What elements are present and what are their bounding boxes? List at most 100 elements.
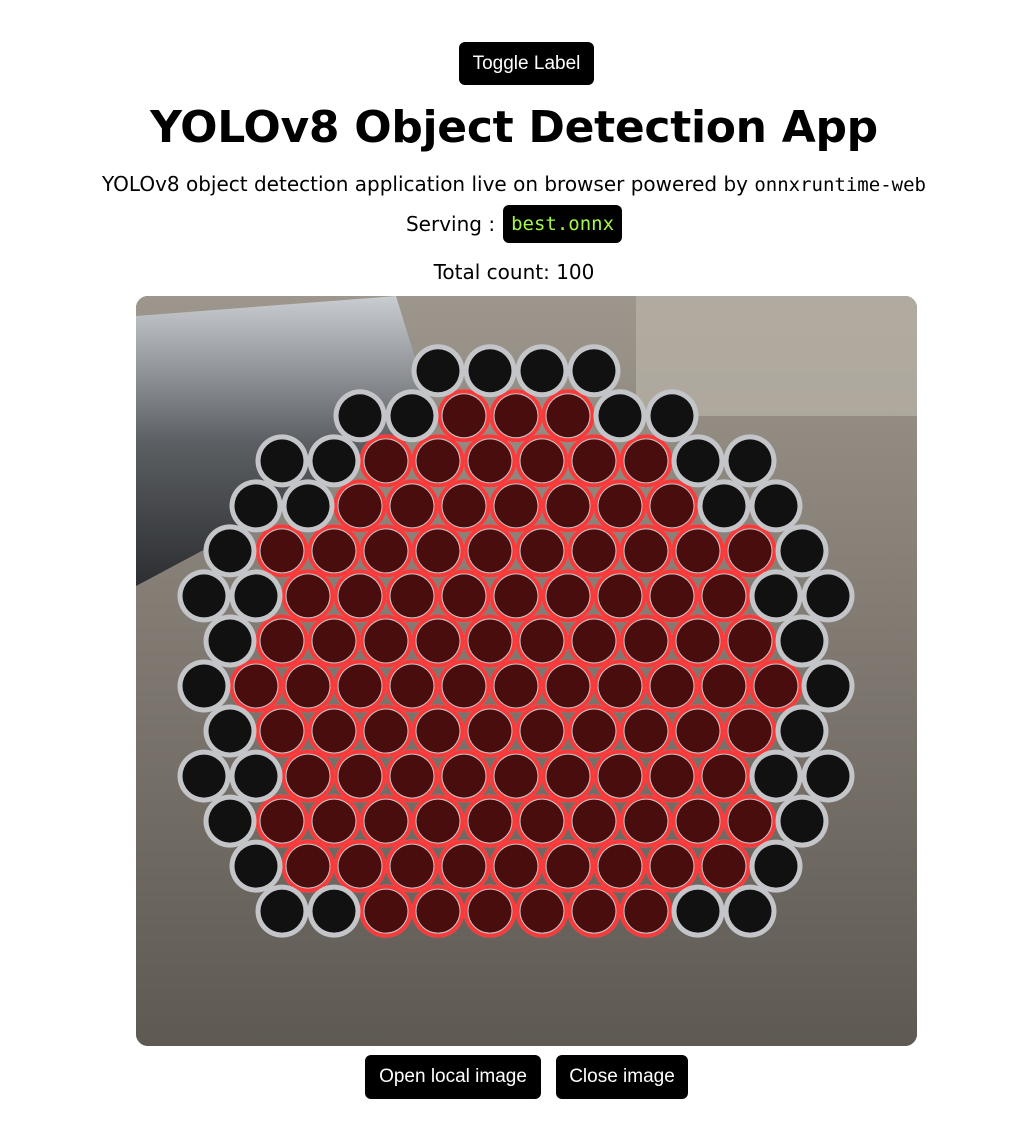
detected-pipe [515, 884, 569, 938]
detected-pipe [671, 614, 725, 668]
detected-pipe [697, 839, 751, 893]
detected-pipe [463, 524, 517, 578]
detected-pipe [541, 389, 595, 443]
detected-pipe [619, 614, 673, 668]
detected-pipe [255, 704, 309, 758]
detected-pipe [411, 884, 465, 938]
detected-pipe [619, 434, 673, 488]
detected-pipe [593, 749, 647, 803]
pipe-end [411, 344, 465, 398]
detected-pipe [619, 794, 673, 848]
detected-pipe [723, 614, 777, 668]
detected-pipe [437, 749, 491, 803]
pipe-end [255, 884, 309, 938]
detected-pipe [567, 704, 621, 758]
pipe-end [801, 749, 855, 803]
pipe-end [567, 344, 621, 398]
pipe-end [203, 704, 257, 758]
pipe-end [749, 749, 803, 803]
pipe-end [229, 569, 283, 623]
pipe-end [775, 794, 829, 848]
detected-pipe [359, 614, 413, 668]
detected-pipe [593, 569, 647, 623]
detected-pipe [229, 659, 283, 713]
pipe-end [203, 614, 257, 668]
detected-pipe [567, 524, 621, 578]
detected-pipe [489, 659, 543, 713]
detected-pipe [619, 704, 673, 758]
pipe-end [385, 389, 439, 443]
detected-pipe [385, 479, 439, 533]
detected-pipe [463, 614, 517, 668]
detected-pipe [411, 524, 465, 578]
detected-pipe [619, 884, 673, 938]
detected-pipe [281, 749, 335, 803]
detected-pipe [697, 749, 751, 803]
page-subtitle: YOLOv8 object detection application live… [0, 172, 1028, 196]
toggle-label-button[interactable]: Toggle Label [459, 42, 594, 85]
runtime-name: onnxruntime-web [754, 174, 926, 196]
pipe-end [801, 659, 855, 713]
detected-pipe [567, 794, 621, 848]
pipe-end [229, 839, 283, 893]
detected-pipe [307, 614, 361, 668]
pipe-end [307, 884, 361, 938]
detected-pipe [541, 839, 595, 893]
detected-pipe [697, 659, 751, 713]
detected-pipe [281, 839, 335, 893]
pipe-end [463, 344, 517, 398]
detected-pipe [723, 704, 777, 758]
detected-pipe [645, 839, 699, 893]
detected-pipe [671, 794, 725, 848]
detected-pipe [593, 479, 647, 533]
detected-pipe [333, 749, 387, 803]
detected-pipe [385, 839, 439, 893]
pipe-end [229, 749, 283, 803]
detected-pipe [515, 434, 569, 488]
pipe-bundle-photo [136, 296, 917, 1046]
detected-pipe [515, 524, 569, 578]
detected-pipe [645, 569, 699, 623]
detected-pipe [697, 569, 751, 623]
pipe-end [775, 614, 829, 668]
detected-pipe [385, 659, 439, 713]
open-local-image-button[interactable]: Open local image [365, 1055, 541, 1099]
pipe-end [515, 344, 569, 398]
detected-pipe [333, 569, 387, 623]
detected-pipe [489, 749, 543, 803]
detected-pipe [385, 569, 439, 623]
detected-pipe [307, 704, 361, 758]
detected-pipe [541, 479, 595, 533]
detected-pipe [515, 794, 569, 848]
detected-pipe [645, 479, 699, 533]
pipe-end [671, 434, 725, 488]
detected-pipe [411, 704, 465, 758]
detected-pipe [359, 434, 413, 488]
detected-pipe [385, 749, 439, 803]
detected-pipe [671, 524, 725, 578]
subtitle-text: YOLOv8 object detection application live… [102, 172, 748, 196]
detected-pipe [437, 569, 491, 623]
detected-pipe [333, 659, 387, 713]
pipe-end [307, 434, 361, 488]
detected-pipe [281, 659, 335, 713]
detected-pipe [463, 434, 517, 488]
pipe-end [645, 389, 699, 443]
detected-pipe [645, 749, 699, 803]
serving-line: Serving : best.onnx [0, 203, 1028, 245]
pipe-end [177, 569, 231, 623]
detected-pipe [255, 794, 309, 848]
detected-pipe [281, 569, 335, 623]
detected-pipe [515, 704, 569, 758]
detected-pipe [463, 704, 517, 758]
detected-pipe [333, 479, 387, 533]
app-root: Toggle Label YOLOv8 Object Detection App… [0, 0, 1028, 1133]
pipe-end [255, 434, 309, 488]
detected-pipe [463, 794, 517, 848]
detected-pipe [567, 614, 621, 668]
close-image-button[interactable]: Close image [556, 1055, 688, 1099]
detected-pipe [359, 704, 413, 758]
detected-pipe [723, 794, 777, 848]
pipe-end [177, 659, 231, 713]
detected-pipe [567, 434, 621, 488]
